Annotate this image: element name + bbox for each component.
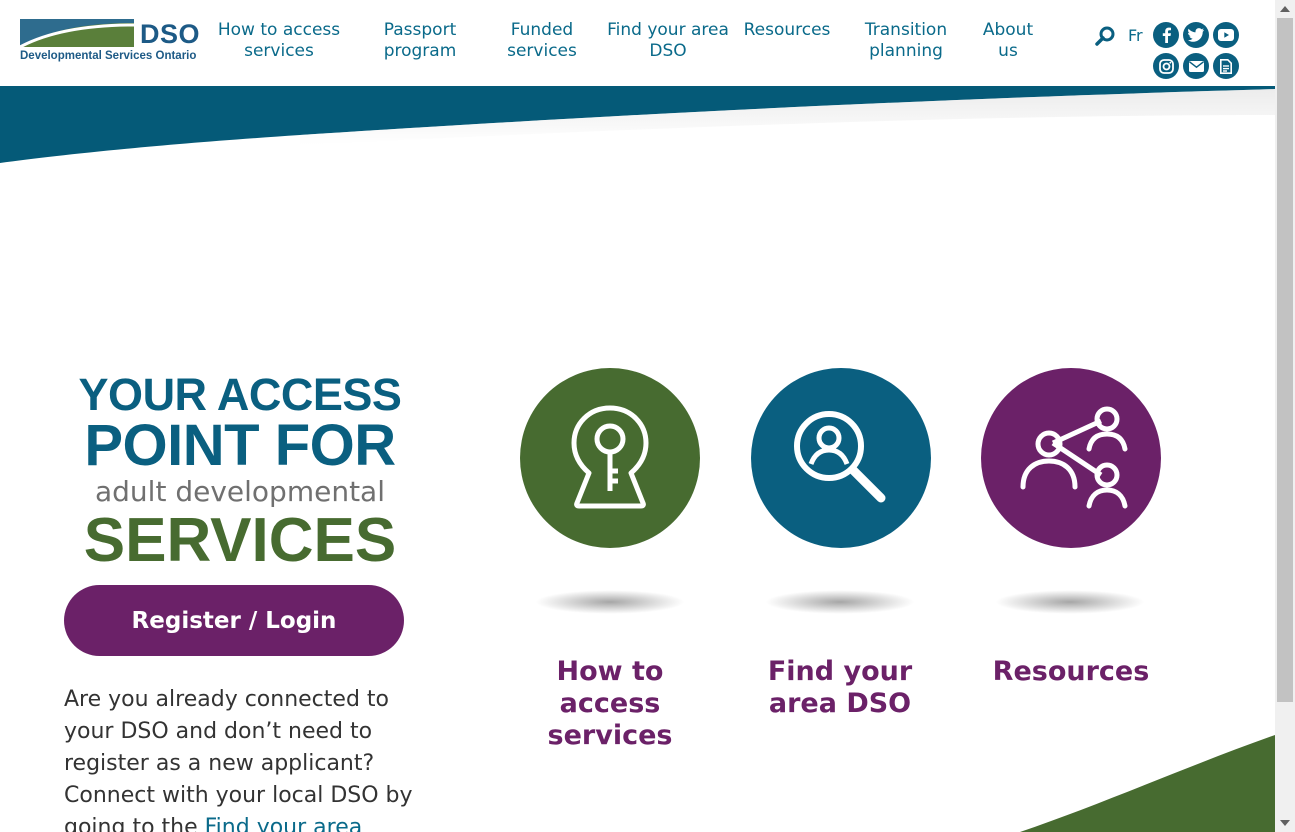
youtube-icon[interactable] — [1213, 22, 1239, 48]
nav-label-line2: services — [244, 41, 314, 61]
nav-label-line1: Transition — [864, 20, 948, 40]
hero-title-line4: SERVICES — [83, 506, 397, 575]
find-area-dso-card-label[interactable]: Find your area DSO — [740, 656, 940, 720]
how-to-access-card-button[interactable] — [520, 368, 700, 548]
hero-title: YOUR ACCESS POINT FOR adult developmenta… — [64, 372, 416, 572]
resources-card-button[interactable] — [981, 368, 1161, 548]
card-shadow — [995, 590, 1145, 614]
twitter-icon[interactable] — [1183, 22, 1209, 48]
card-shadow — [535, 590, 685, 614]
nav-funded-services[interactable]: Funded services — [492, 20, 592, 62]
language-toggle-fr[interactable]: Fr — [1128, 26, 1143, 45]
find-your-area-link[interactable]: Find your area — [205, 815, 363, 832]
scroll-down-arrow-icon[interactable] — [1275, 814, 1295, 832]
intro-paragraph: Are you already connected to your DSO an… — [64, 684, 434, 832]
scroll-up-arrow-icon[interactable] — [1275, 0, 1295, 18]
nav-label-line2: DSO — [649, 41, 687, 61]
nav-about-us[interactable]: About us — [978, 20, 1038, 62]
facebook-icon[interactable] — [1153, 22, 1179, 48]
search-person-icon — [794, 411, 886, 503]
network-people-icon — [1020, 406, 1128, 509]
keyhole-icon — [571, 405, 649, 509]
scrollbar-thumb[interactable] — [1277, 18, 1293, 702]
nav-label-line2: planning — [869, 41, 943, 61]
register-login-button[interactable]: Register / Login — [64, 585, 404, 656]
nav-label-line1: Funded — [510, 20, 574, 40]
instagram-icon[interactable] — [1153, 53, 1179, 79]
find-area-dso-card-button[interactable] — [751, 368, 931, 548]
document-icon[interactable] — [1213, 53, 1239, 79]
resources-card-label[interactable]: Resources — [971, 656, 1171, 688]
logo-subtitle: Developmental Services Ontario — [20, 50, 197, 62]
logo-swoosh-icon — [20, 19, 135, 47]
nav-label-line2: services — [507, 41, 577, 61]
hero-title-line1: YOUR ACCESS — [78, 369, 402, 420]
header-swoosh-decoration — [0, 85, 1275, 163]
nav-label-line2: program — [383, 41, 457, 61]
search-icon[interactable] — [1094, 25, 1116, 47]
nav-resources[interactable]: Resources — [738, 20, 836, 41]
nav-label-line1: Find your area — [607, 20, 729, 40]
email-icon[interactable] — [1183, 53, 1209, 79]
nav-label-line2: us — [998, 41, 1018, 61]
how-to-access-card-label[interactable]: How to access services — [510, 656, 710, 752]
hero-title-line2: POINT FOR — [84, 413, 396, 478]
footer-swoosh-decoration — [1020, 735, 1275, 832]
vertical-scrollbar[interactable] — [1275, 0, 1295, 832]
nav-label-line1: How to access — [217, 20, 341, 40]
site-header: DSO Developmental Services Ontario How t… — [0, 0, 1275, 86]
nav-how-to-access[interactable]: How to access services — [214, 20, 344, 62]
nav-passport-program[interactable]: Passport program — [370, 20, 470, 62]
hero-title-line3: adult developmental — [95, 475, 385, 508]
nav-label-line1: Passport — [383, 20, 457, 40]
nav-label-line1: Resources — [743, 20, 831, 40]
nav-transition-planning[interactable]: Transition planning — [856, 20, 956, 62]
nav-label-line1: About — [982, 20, 1034, 40]
logo-text: DSO — [140, 19, 201, 49]
nav-find-your-area[interactable]: Find your area DSO — [604, 20, 732, 62]
dso-logo[interactable]: DSO Developmental Services Ontario — [20, 19, 200, 65]
intro-text: Are you already connected to your DSO an… — [64, 687, 413, 832]
card-shadow — [765, 590, 915, 614]
